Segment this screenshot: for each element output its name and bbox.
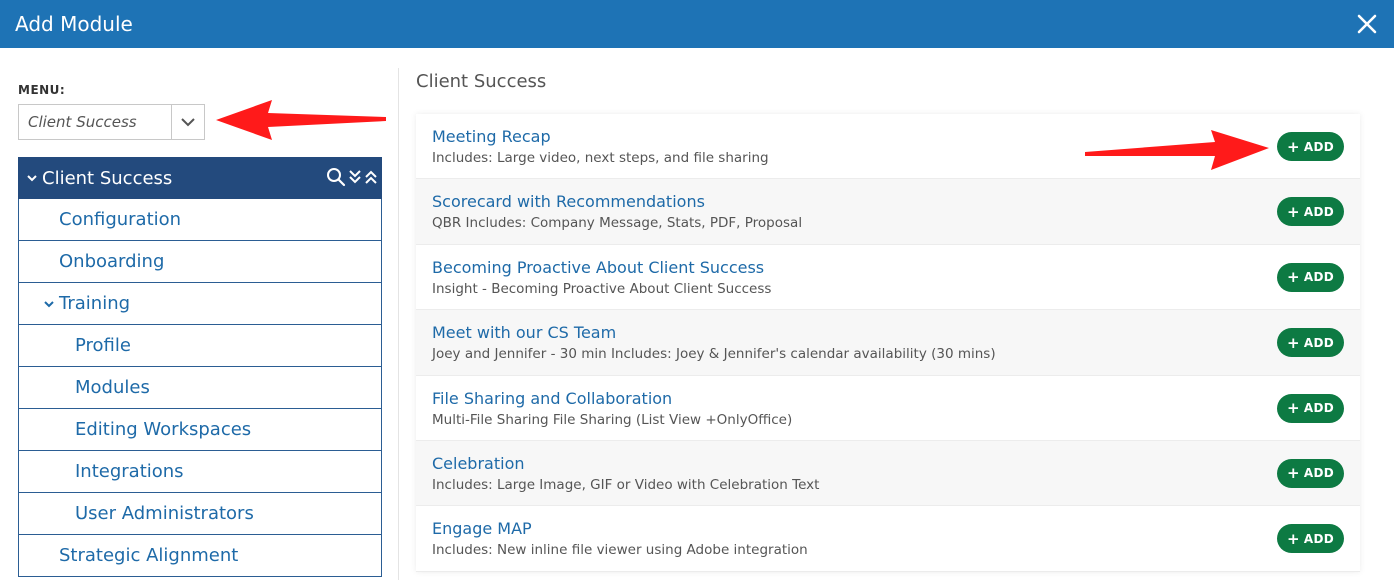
module-description: QBR Includes: Company Message, Stats, PD… xyxy=(432,215,803,232)
module-title[interactable]: Meet with our CS Team xyxy=(432,323,616,342)
tree-item-strategic-alignment[interactable]: Strategic Alignment xyxy=(18,535,382,577)
add-button[interactable]: + ADD xyxy=(1277,262,1344,292)
modal-title: Add Module xyxy=(15,12,133,36)
annotation-arrow-icon xyxy=(1085,130,1269,170)
tree-item-label: Modules xyxy=(75,377,150,398)
plus-icon: + xyxy=(1287,137,1300,156)
close-button[interactable] xyxy=(1354,11,1380,37)
module-description: Multi-File Sharing File Sharing (List Vi… xyxy=(432,411,793,428)
menu-select[interactable]: Client Success xyxy=(18,104,205,140)
expand-all-icon[interactable] xyxy=(348,168,362,186)
tree-tools xyxy=(326,167,378,187)
add-button[interactable]: + ADD xyxy=(1277,393,1344,423)
module-row-celebration: Celebration Includes: Large Image, GIF o… xyxy=(416,440,1360,507)
module-title[interactable]: Becoming Proactive About Client Success xyxy=(432,258,764,277)
module-title[interactable]: Meeting Recap xyxy=(432,127,551,146)
add-button-label: ADD xyxy=(1303,204,1334,219)
menu-select-toggle[interactable] xyxy=(171,105,204,139)
add-button-label: ADD xyxy=(1303,270,1334,285)
module-row-file-sharing: File Sharing and Collaboration Multi-Fil… xyxy=(416,375,1360,441)
menu-label: MENU: xyxy=(18,83,66,97)
plus-icon: + xyxy=(1287,399,1300,418)
module-description: Insight - Becoming Proactive About Clien… xyxy=(432,280,772,297)
tree-item-label: Onboarding xyxy=(59,251,165,272)
module-row-meet-cs-team: Meet with our CS Team Joey and Jennifer … xyxy=(416,310,1360,376)
add-button-label: ADD xyxy=(1303,335,1334,350)
tree-item-profile[interactable]: Profile xyxy=(18,325,382,367)
search-icon[interactable] xyxy=(326,167,346,187)
tree-item-configuration[interactable]: Configuration xyxy=(18,199,382,241)
add-button-label: ADD xyxy=(1303,531,1334,546)
add-button[interactable]: + ADD xyxy=(1277,458,1344,488)
plus-icon: + xyxy=(1287,202,1300,221)
menu-select-value: Client Success xyxy=(28,113,137,131)
tree-item-onboarding[interactable]: Onboarding xyxy=(18,241,382,283)
add-button-label: ADD xyxy=(1303,139,1334,154)
tree-item-label: Editing Workspaces xyxy=(75,419,252,440)
close-icon xyxy=(1357,14,1377,34)
section-title: Client Success xyxy=(416,71,547,92)
tree-item-label: Training xyxy=(59,293,131,314)
module-description: Includes: Large video, next steps, and f… xyxy=(432,150,769,166)
plus-icon: + xyxy=(1287,333,1300,352)
tree-item-modules[interactable]: Modules xyxy=(18,367,382,409)
plus-icon: + xyxy=(1287,529,1300,548)
module-title[interactable]: Scorecard with Recommendations xyxy=(432,192,705,211)
add-button[interactable]: + ADD xyxy=(1277,197,1344,227)
plus-icon: + xyxy=(1287,464,1300,483)
plus-icon: + xyxy=(1287,268,1300,287)
module-row-becoming-proactive: Becoming Proactive About Client Success … xyxy=(416,244,1360,311)
tree-item-label: Configuration xyxy=(59,209,182,230)
module-row-scorecard: Scorecard with Recommendations QBR Inclu… xyxy=(416,179,1360,245)
add-button[interactable]: + ADD xyxy=(1277,524,1344,554)
tree-item-label: Strategic Alignment xyxy=(59,545,239,566)
tree-item-integrations[interactable]: Integrations xyxy=(18,451,382,493)
tree-root-client-success[interactable]: Client Success xyxy=(18,157,382,199)
module-list: Meeting Recap Includes: Large video, nex… xyxy=(416,114,1360,572)
module-row-engage-map: Engage MAP Includes: New inline file vie… xyxy=(416,506,1360,572)
module-description: Includes: New inline file viewer using A… xyxy=(432,542,808,559)
panel-divider xyxy=(398,68,399,580)
collapse-all-icon[interactable] xyxy=(364,168,378,186)
modal-header: Add Module xyxy=(0,0,1394,48)
chevron-down-icon xyxy=(181,118,195,127)
tree-root-label: Client Success xyxy=(42,167,173,189)
menu-tree: Client Success Configuration Onboarding … xyxy=(18,157,382,577)
add-button[interactable]: + ADD xyxy=(1277,328,1344,358)
tree-item-editing-workspaces[interactable]: Editing Workspaces xyxy=(18,409,382,451)
tree-item-label: Profile xyxy=(75,335,131,356)
module-title[interactable]: File Sharing and Collaboration xyxy=(432,389,672,408)
tree-item-user-administrators[interactable]: User Administrators xyxy=(18,493,382,535)
add-button-label: ADD xyxy=(1303,401,1334,416)
module-description: Joey and Jennifer - 30 min Includes: Joe… xyxy=(432,346,996,363)
module-description: Includes: Large Image, GIF or Video with… xyxy=(432,476,820,493)
add-button-label: ADD xyxy=(1303,466,1334,481)
tree-item-label: User Administrators xyxy=(75,503,254,524)
module-title[interactable]: Celebration xyxy=(432,454,525,473)
add-button[interactable]: + ADD xyxy=(1277,132,1344,161)
chevron-down-icon xyxy=(44,300,54,307)
module-title[interactable]: Engage MAP xyxy=(432,519,532,538)
tree-item-label: Integrations xyxy=(75,461,184,482)
annotation-arrow-icon xyxy=(216,100,386,140)
tree-item-training[interactable]: Training xyxy=(18,283,382,325)
chevron-down-icon xyxy=(27,175,37,182)
